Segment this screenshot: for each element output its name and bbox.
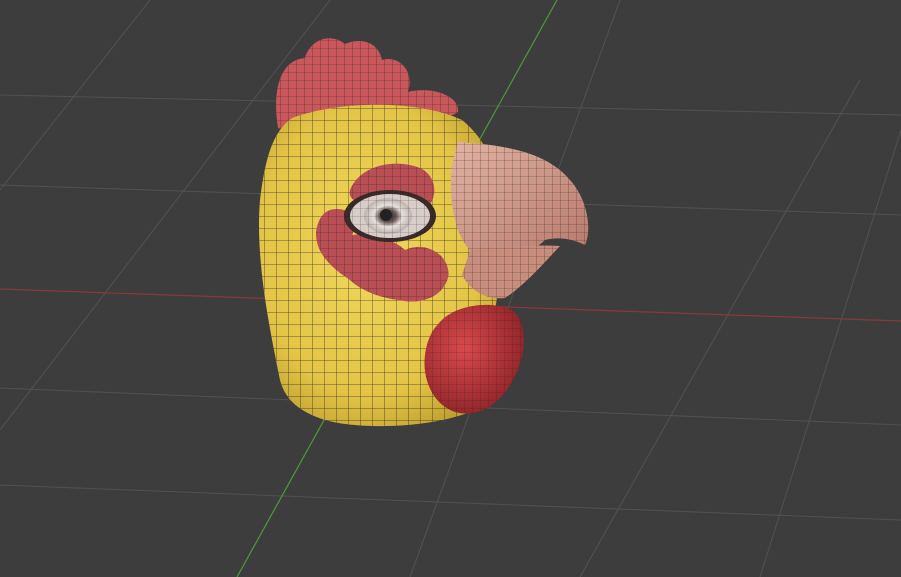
chicken-head-mesh[interactable]: [259, 38, 589, 427]
viewport-canvas[interactable]: [0, 0, 901, 577]
beak: [450, 142, 589, 299]
eye: [344, 190, 436, 242]
3d-viewport[interactable]: [0, 0, 901, 577]
